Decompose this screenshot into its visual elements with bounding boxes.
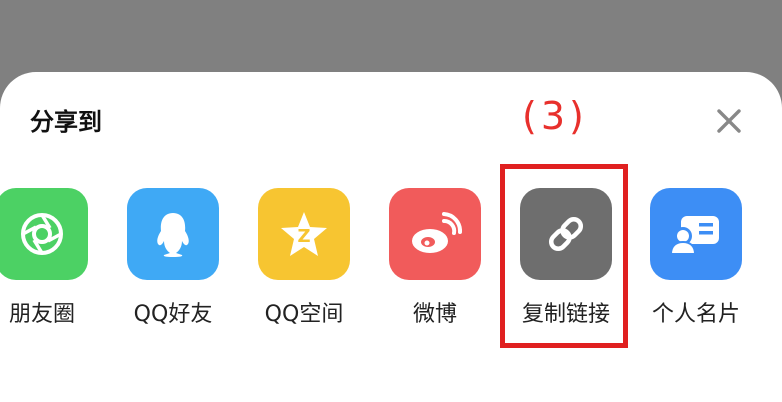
share-qzone-button[interactable]: Z	[258, 188, 350, 280]
copy-link-highlight-box	[500, 164, 628, 348]
weibo-icon	[412, 212, 462, 253]
sheet-title: 分享到	[30, 108, 102, 136]
share-moments-button[interactable]	[0, 188, 88, 280]
qzone-star-icon: Z	[281, 212, 327, 256]
share-qzone-label: QQ空间	[264, 302, 344, 327]
step-annotation: (3)	[522, 94, 588, 138]
close-icon	[717, 109, 741, 133]
qq-penguin-icon	[157, 213, 189, 257]
close-button[interactable]	[712, 104, 746, 138]
moments-icon	[21, 213, 63, 255]
share-moments-label: 朋友圈	[8, 302, 76, 327]
share-qq-friend-label: QQ好友	[133, 302, 213, 327]
share-weibo-label: 微博	[412, 302, 458, 327]
share-weibo-button[interactable]	[389, 188, 481, 280]
svg-text:Z: Z	[297, 226, 310, 247]
share-qq-friend-button[interactable]	[127, 188, 219, 280]
contact-card-icon	[669, 216, 719, 255]
share-contact-card-button[interactable]	[650, 188, 742, 280]
share-contact-card-label: 个人名片	[651, 302, 741, 327]
